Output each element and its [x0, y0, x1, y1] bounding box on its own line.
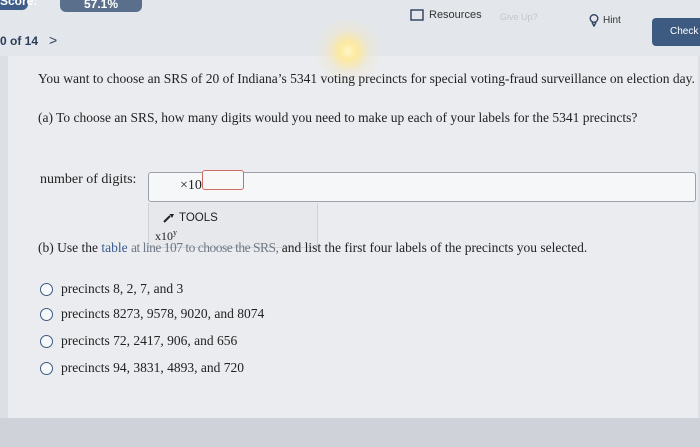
part-b-end: and list the first four labels of the pr… [281, 240, 588, 255]
choice-label: precincts 8, 2, 7, and 3 [61, 281, 184, 296]
radio-button[interactable] [40, 282, 53, 296]
folder-icon [410, 9, 424, 21]
hint-label: Hint [603, 15, 621, 26]
bottom-shade [0, 418, 700, 447]
check-answer-button[interactable]: Check A [652, 18, 700, 46]
wrench-icon [163, 214, 174, 223]
question-part-a: (a) To choose an SRS, how many digits wo… [38, 110, 638, 125]
radio-button[interactable] [40, 334, 53, 348]
choice-4[interactable]: precincts 94, 3831, 4893, and 720 [40, 360, 244, 376]
question-intro: You want to choose an SRS of 20 of India… [38, 71, 695, 86]
tools-label: TOOLS [179, 212, 218, 224]
choice-1[interactable]: precincts 8, 2, 7, and 3 [40, 281, 183, 297]
choice-label: precincts 72, 2417, 906, and 656 [61, 333, 238, 348]
part-b-start: (b) Use the [38, 240, 98, 255]
choice-2[interactable]: precincts 8273, 9578, 9020, and 8074 [40, 306, 264, 322]
question-progress: 0 of 14 [0, 34, 39, 48]
choice-label: precincts 94, 3831, 4893, and 720 [61, 360, 244, 375]
choice-label: precincts 8273, 9578, 9020, and 8074 [61, 306, 265, 321]
radio-button[interactable] [40, 307, 53, 321]
score-label: Score: [0, 0, 38, 8]
hint-button[interactable]: Hint [589, 14, 621, 27]
table-link[interactable]: table [101, 240, 127, 255]
answer-label: number of digits: [40, 172, 137, 187]
exponent-slot[interactable] [202, 170, 244, 190]
next-question-button[interactable]: > [49, 32, 57, 48]
question-part-b: (b) Use the table at line 107 to choose … [38, 240, 587, 256]
sci-exponent: y [173, 228, 177, 237]
score-value: 57.1% [60, 0, 142, 12]
part-b-obscured: at line 107 to choose the SRS, [130, 240, 279, 255]
resources-label: Resources [429, 8, 482, 21]
resources-button[interactable]: Resources [410, 8, 482, 21]
times-ten-token: ×10 [180, 178, 202, 193]
lightbulb-icon [589, 14, 599, 27]
choice-3[interactable]: precincts 72, 2417, 906, and 656 [40, 333, 237, 349]
give-up-button[interactable]: Give Up? [500, 12, 538, 22]
radio-button[interactable] [40, 361, 53, 375]
tools-button[interactable]: TOOLS [163, 212, 218, 224]
